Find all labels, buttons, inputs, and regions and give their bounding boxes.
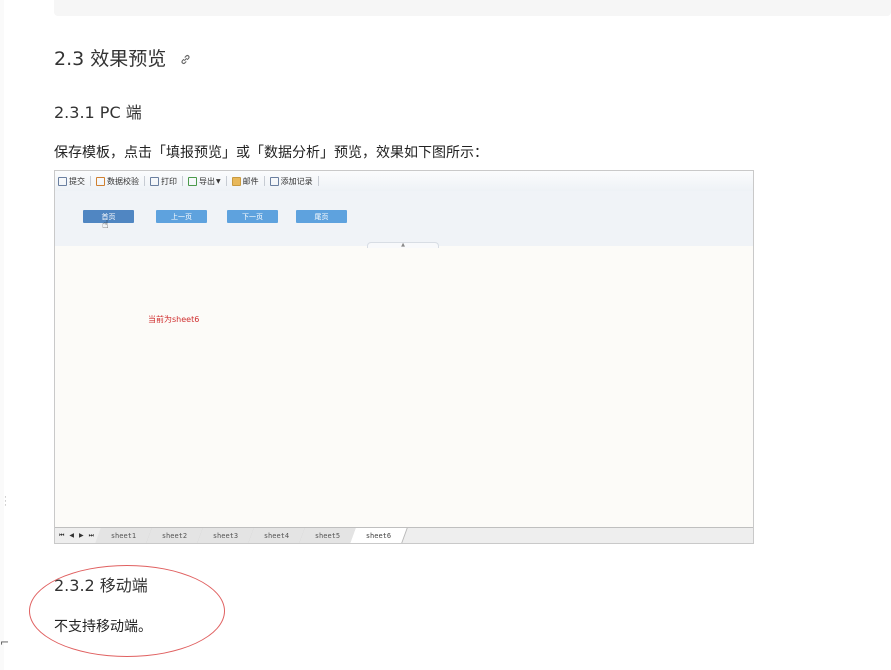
section-title: 2.3 效果预览 — [54, 48, 167, 70]
prev-sheet-icon[interactable]: ◀ — [69, 532, 74, 539]
hand-cursor-icon: ☝ — [102, 218, 109, 231]
next-sheet-icon[interactable]: ▶ — [79, 532, 84, 539]
sheet-tab-bar: ⏮ ◀ ▶ ⏭ sheet1 sheet2 sheet3 sheet4 shee… — [55, 527, 753, 543]
highlight-ellipse — [29, 565, 225, 657]
sheet-tab-label: sheet6 — [365, 531, 392, 540]
pc-heading: 2.3.1 PC 端 — [54, 103, 142, 122]
sheet-tab[interactable]: sheet1 — [95, 528, 153, 543]
last-sheet-icon[interactable]: ⏭ — [89, 532, 94, 540]
toolbar-submit[interactable]: 提交 — [55, 176, 88, 187]
left-edge-glyph: ⌐ — [0, 636, 10, 649]
sheet-tab[interactable]: sheet4 — [248, 528, 306, 543]
toolbar-divider — [225, 176, 227, 186]
code-block-tail — [54, 0, 891, 16]
next-page-button[interactable]: 下一页 — [227, 210, 278, 223]
pc-description: 保存模板，点击「填报预览」或「数据分析」预览，效果如下图所示： — [54, 145, 488, 161]
sheet-tab-label: sheet2 — [161, 531, 188, 540]
sheet-tab-label: sheet5 — [314, 531, 341, 540]
preview-screenshot: 提交 数据校验 打印 导出 ▼ 邮件 添加记录 首页 上一页 下一页 尾页 ☝ … — [54, 170, 754, 544]
toolbar-label: 邮件 — [242, 176, 259, 186]
export-icon — [188, 176, 197, 186]
toolbar-label: 打印 — [161, 176, 177, 186]
current-sheet-text: 当前为sheet6 — [148, 315, 200, 324]
left-edge — [0, 0, 4, 670]
toolbar-data-validation[interactable]: 数据校验 — [93, 176, 142, 187]
toolbar-label: 添加记录 — [280, 176, 313, 186]
last-page-button[interactable]: 尾页 — [296, 210, 347, 223]
toolbar-label: 数据校验 — [107, 176, 139, 186]
toolbar-label: 导出 — [199, 176, 215, 186]
toolbar-mail[interactable]: 邮件 — [229, 176, 262, 187]
doc-page: · · · ⌐ 2.3 效果预览 2.3.1 PC 端 保存模板，点击「填报预览」或… — [0, 0, 891, 670]
toolbar-add-record[interactable]: 添加记录 — [267, 176, 316, 187]
sheet-tab-current[interactable]: sheet6 — [350, 528, 408, 543]
sheet-tab[interactable]: sheet5 — [299, 528, 357, 543]
print-icon — [150, 176, 159, 186]
sheet-tab-label: sheet4 — [263, 531, 290, 540]
sheet-tab-label: sheet1 — [110, 531, 137, 540]
link-icon[interactable] — [180, 54, 191, 68]
sheet-tab[interactable]: sheet2 — [146, 528, 204, 543]
toolbar-divider — [263, 176, 265, 186]
collapse-toggle[interactable]: ▲ — [367, 242, 439, 248]
first-sheet-icon[interactable]: ⏮ — [59, 532, 64, 540]
drag-handle-icon[interactable]: · · · — [4, 494, 7, 511]
toolbar-label: 提交 — [69, 176, 85, 186]
toolbar-print[interactable]: 打印 — [147, 176, 180, 187]
toolbar-divider — [182, 176, 183, 186]
chevron-down-icon: ▼ — [216, 177, 221, 185]
sheet-tab-nav: ⏮ ◀ ▶ ⏭ — [55, 528, 98, 543]
sheet-tab[interactable]: sheet3 — [197, 528, 255, 543]
toolbar-export[interactable]: 导出 ▼ — [185, 176, 224, 187]
preview-toolbar: 提交 数据校验 打印 导出 ▼ 邮件 添加记录 — [55, 171, 753, 192]
check-icon — [96, 176, 105, 186]
sheet-tab-label: sheet3 — [212, 531, 239, 540]
mail-icon — [231, 176, 241, 186]
toolbar-divider — [317, 176, 319, 186]
section-heading: 2.3 效果预览 — [54, 44, 191, 71]
page-nav-bar: 首页 上一页 下一页 尾页 ☝ ▲ — [55, 191, 753, 248]
add-record-icon — [269, 176, 279, 186]
toolbar-divider — [90, 176, 91, 186]
toolbar-divider — [144, 176, 145, 186]
save-icon — [58, 176, 67, 186]
prev-page-button[interactable]: 上一页 — [156, 210, 207, 223]
